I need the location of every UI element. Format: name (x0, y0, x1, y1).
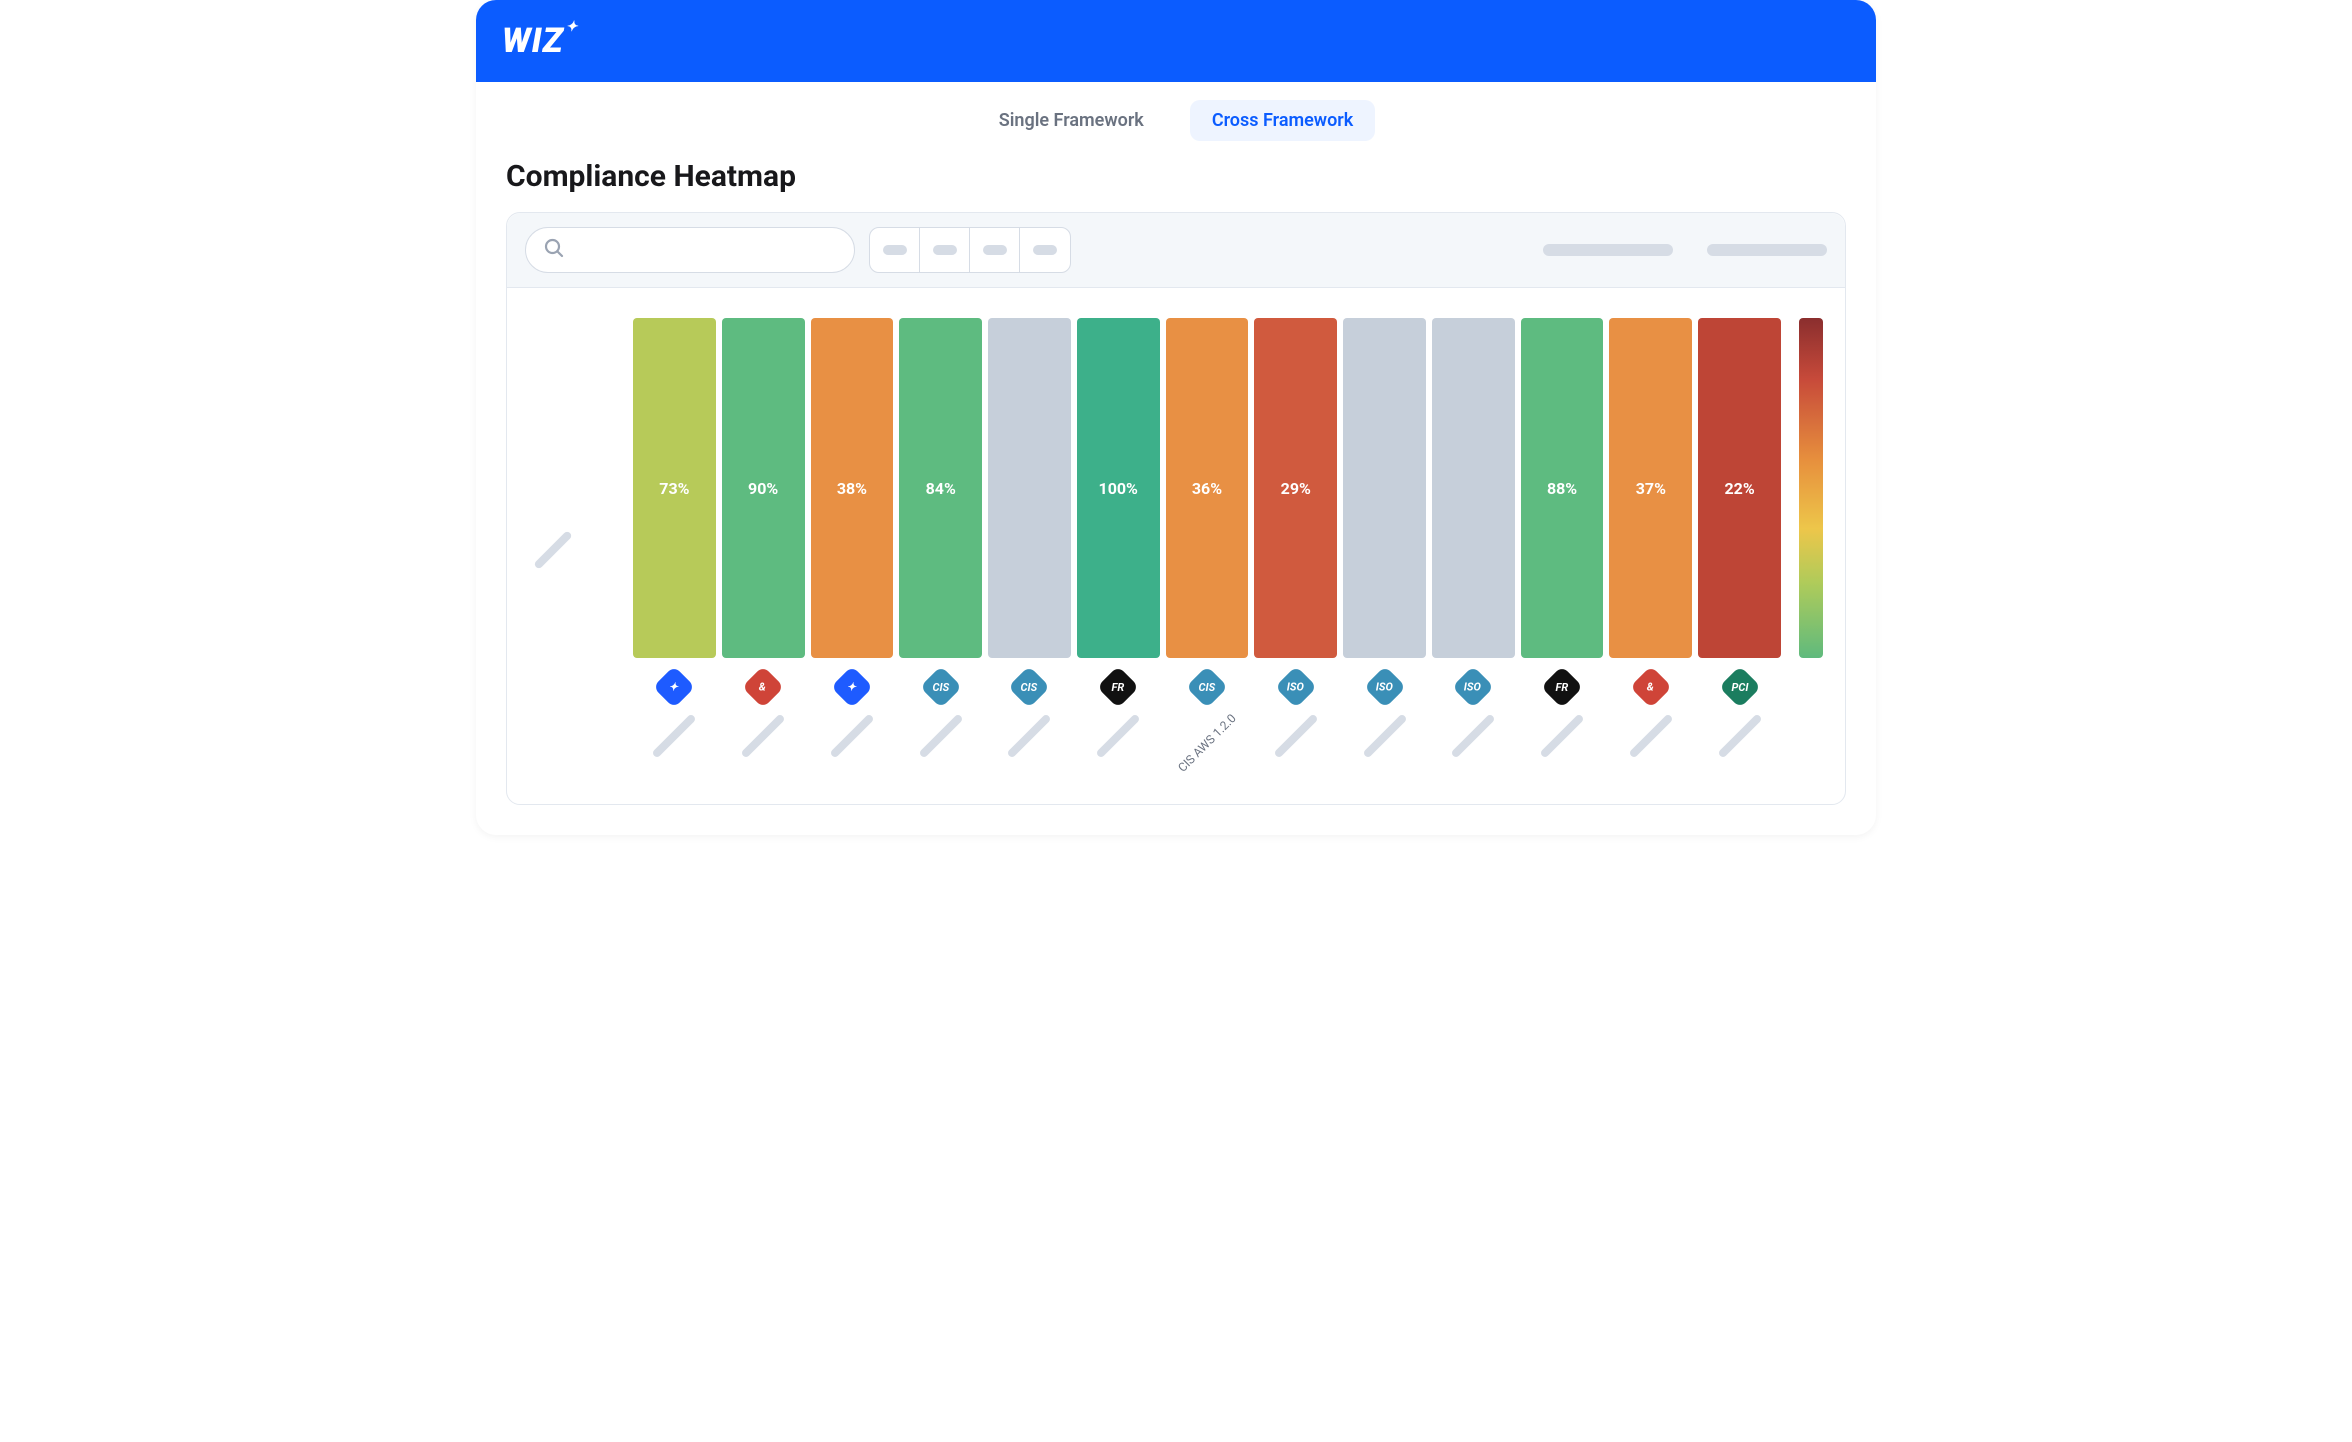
heatmap-cell[interactable] (988, 318, 1071, 658)
iso-icon: ISO (1452, 666, 1494, 708)
search-box[interactable] (525, 227, 855, 273)
heatmap-column: ISO (1343, 318, 1426, 782)
framework-name: CIS AWS 1.2.0 (1175, 711, 1239, 775)
star-icon: ✦ (653, 666, 695, 708)
fr-icon: FR (1097, 666, 1139, 708)
brand-logo: WIZ ✦ (502, 21, 579, 61)
framework-name-placeholder (1362, 713, 1407, 758)
framework-name-placeholder (1628, 713, 1673, 758)
framework-name-placeholder (1451, 713, 1496, 758)
framework-axis-label: CIS (1001, 672, 1057, 782)
framework-name-placeholder (1096, 713, 1141, 758)
cis-icon: CIS (919, 666, 961, 708)
heatmap-chart: 73%✦90%&38%✦84%CISCIS100%FR36%CISCIS AWS… (507, 288, 1845, 804)
iso-icon: ISO (1275, 666, 1317, 708)
cis-icon: CIS (1008, 666, 1050, 708)
framework-name-placeholder (652, 713, 697, 758)
heatmap-cell[interactable]: 37% (1609, 318, 1692, 658)
heatmap-cell[interactable] (1432, 318, 1515, 658)
heatmap-toolbar (507, 213, 1845, 288)
heatmap-cell[interactable]: 73% (633, 318, 716, 658)
framework-name-placeholder (1539, 713, 1584, 758)
app-header: WIZ ✦ (476, 0, 1876, 82)
framework-name-placeholder (1273, 713, 1318, 758)
heatmap-column: 37% & (1609, 318, 1692, 782)
framework-name-placeholder (918, 713, 963, 758)
tab-cross-framework[interactable]: Cross Framework (1190, 100, 1375, 141)
framework-axis-label: CIS (913, 672, 969, 782)
search-icon (542, 236, 566, 264)
heatmap-cell[interactable]: 38% (811, 318, 894, 658)
heatmap-column: 22% PCI (1698, 318, 1781, 782)
heatmap-columns: 73%✦90%&38%✦84%CISCIS100%FR36%CISCIS AWS… (633, 318, 1781, 782)
heatmap-column: 36% CISCIS AWS 1.2.0 (1166, 318, 1249, 782)
page-title: Compliance Heatmap (476, 151, 1876, 212)
toolbar-action-placeholder-2[interactable] (1707, 244, 1827, 256)
framework-axis-label: & (735, 672, 791, 782)
iso-icon: ISO (1363, 666, 1405, 708)
ampersand-icon: & (742, 666, 784, 708)
heatmap-legend (1795, 318, 1823, 782)
framework-axis-label: & (1623, 672, 1679, 782)
framework-axis-label: ISO (1357, 672, 1413, 782)
star-icon: ✦ (831, 666, 873, 708)
pci-icon: PCI (1718, 666, 1760, 708)
heatmap-cell[interactable]: 100% (1077, 318, 1160, 658)
heatmap-panel: 73%✦90%&38%✦84%CISCIS100%FR36%CISCIS AWS… (506, 212, 1846, 805)
heatmap-cell[interactable]: 84% (899, 318, 982, 658)
ampersand-icon: & (1630, 666, 1672, 708)
heatmap-cell[interactable] (1343, 318, 1426, 658)
filter-button-1[interactable] (870, 228, 920, 272)
framework-name-placeholder (829, 713, 874, 758)
framework-axis-label: ISO (1445, 672, 1501, 782)
heatmap-column: 100% FR (1077, 318, 1160, 782)
framework-axis-label: ✦ (646, 672, 702, 782)
heatmap-cell[interactable]: 36% (1166, 318, 1249, 658)
heatmap-column: 29% ISO (1254, 318, 1337, 782)
filter-button-4[interactable] (1020, 228, 1070, 272)
heatmap-column: 38% ✦ (811, 318, 894, 782)
filter-button-2[interactable] (920, 228, 970, 272)
heatmap-column: CIS (988, 318, 1071, 782)
cis-icon: CIS (1186, 666, 1228, 708)
sparkle-icon: ✦ (566, 19, 579, 35)
framework-axis-label: ISO (1268, 672, 1324, 782)
tab-single-framework[interactable]: Single Framework (977, 100, 1166, 141)
heatmap-cell[interactable]: 88% (1521, 318, 1604, 658)
heatmap-column: 73% ✦ (633, 318, 716, 782)
heatmap-column: 84% CIS (899, 318, 982, 782)
filter-button-group (869, 227, 1071, 273)
framework-mode-tabs: Single Framework Cross Framework (476, 82, 1876, 151)
brand-text: WIZ (502, 21, 564, 61)
framework-name-placeholder (1007, 713, 1052, 758)
heatmap-column: 88% FR (1521, 318, 1604, 782)
framework-axis-label: FR (1090, 672, 1146, 782)
row-axis-label (529, 318, 619, 782)
heatmap-cell[interactable]: 29% (1254, 318, 1337, 658)
fr-icon: FR (1541, 666, 1583, 708)
framework-name-placeholder (741, 713, 786, 758)
framework-name-placeholder (1717, 713, 1762, 758)
heatmap-column: 90% & (722, 318, 805, 782)
filter-button-3[interactable] (970, 228, 1020, 272)
framework-axis-label: FR (1534, 672, 1590, 782)
heatmap-column: ISO (1432, 318, 1515, 782)
heatmap-cell[interactable]: 90% (722, 318, 805, 658)
toolbar-action-placeholder-1[interactable] (1543, 244, 1673, 256)
framework-axis-label: PCI (1712, 672, 1768, 782)
framework-axis-label: CISCIS AWS 1.2.0 (1169, 672, 1245, 782)
heatmap-cell[interactable]: 22% (1698, 318, 1781, 658)
legend-gradient (1799, 318, 1823, 658)
search-input[interactable] (576, 242, 838, 258)
framework-axis-label: ✦ (824, 672, 880, 782)
